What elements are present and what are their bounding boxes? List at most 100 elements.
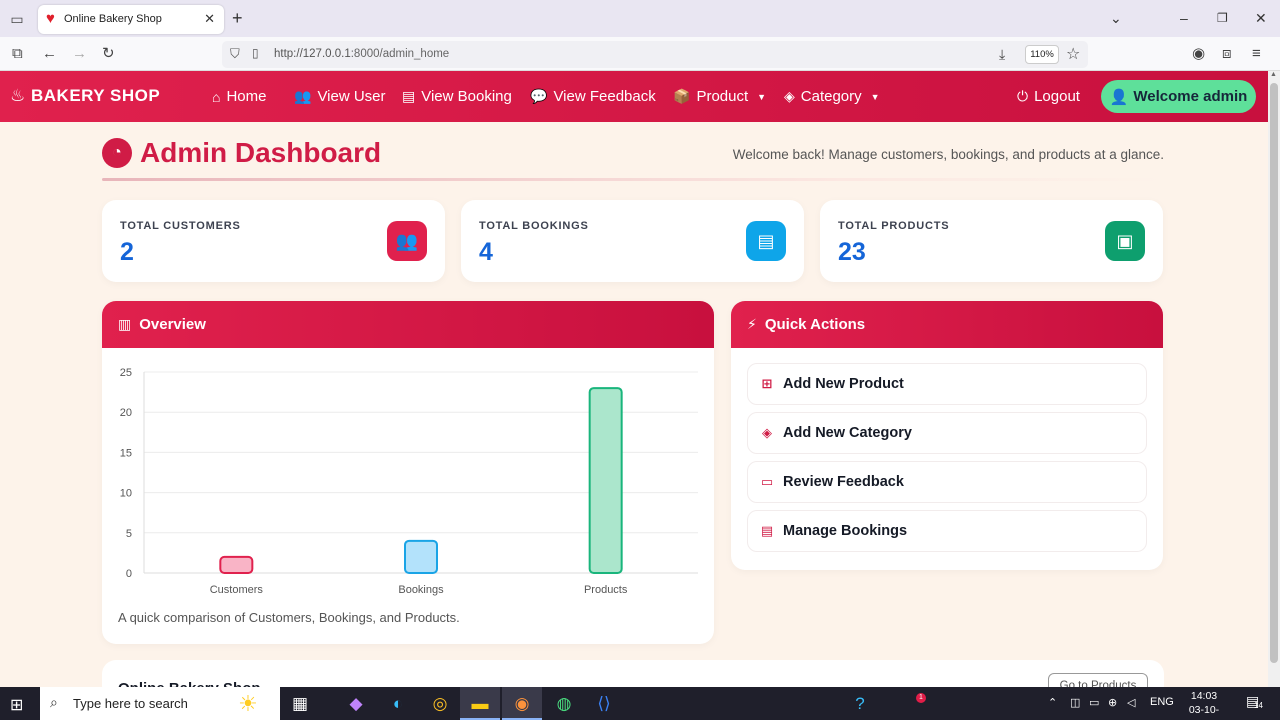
y-tick-label: 5 xyxy=(126,528,132,540)
page-info-icon[interactable]: ▯ xyxy=(252,46,259,60)
browser-tab[interactable]: ♥ Online Bakery Shop ✕ xyxy=(38,5,224,34)
heart-favicon-icon: ♥ xyxy=(46,10,55,27)
nav-home[interactable]: ⌂ Home xyxy=(212,88,266,105)
stat-card-products: TOTAL PRODUCTS 23 ▣ xyxy=(820,200,1163,282)
shield-icon[interactable]: ⛉ xyxy=(230,46,240,62)
stat-label: TOTAL BOOKINGS xyxy=(479,220,589,232)
bookmark-star-icon[interactable]: ☆ xyxy=(1066,44,1080,64)
restore-icon[interactable]: ❐ xyxy=(1217,9,1228,27)
receipt-icon: ▤ xyxy=(746,221,786,261)
bar-products xyxy=(588,387,623,574)
network-icon[interactable]: ⊕ xyxy=(1108,696,1117,709)
url-text[interactable]: http://127.0.0.1:8000/admin_home xyxy=(274,48,449,60)
welcome-admin-badge[interactable]: 👤 Welcome admin xyxy=(1101,80,1256,113)
notification-icon[interactable]: ▤ 14 xyxy=(1246,693,1263,710)
tray-chevron-icon[interactable]: ⌃ xyxy=(1048,696,1057,709)
manage-bookings-button[interactable]: ▤ Manage Bookings xyxy=(747,510,1147,552)
system-clock[interactable]: 14:03 03-10-2025 xyxy=(1180,689,1228,720)
firefox-icon[interactable]: ◉ xyxy=(502,687,542,720)
search-placeholder: Type here to search xyxy=(73,696,188,711)
plus-square-icon: ⊞ xyxy=(761,376,773,391)
page-title: ◔ Admin Dashboard xyxy=(102,137,381,169)
account-icon[interactable]: ◉ xyxy=(1192,45,1205,63)
scrollbar-thumb[interactable] xyxy=(1270,83,1278,663)
nav-category-dropdown[interactable]: ◈ Category ▼ xyxy=(784,88,880,105)
site-navbar: ♨ BAKERY SHOP ⌂ Home 👥 View User ▤ View Boo… xyxy=(0,71,1268,122)
language-indicator[interactable]: ENG xyxy=(1150,696,1174,708)
caret-down-icon: ▼ xyxy=(870,91,880,102)
receipt-icon: ▤ xyxy=(402,88,416,104)
camera-icon[interactable]: ◫ xyxy=(1070,696,1080,709)
title-divider xyxy=(102,178,1164,181)
browser-tab-bar: ▭ ♥ Online Bakery Shop ✕ + ⌄ – ❐ ✕ xyxy=(0,0,1280,37)
volume-icon[interactable]: ◁ xyxy=(1127,696,1135,709)
close-tab-icon[interactable]: ✕ xyxy=(204,11,215,27)
layers-icon: ◈ xyxy=(784,88,795,104)
address-bar[interactable]: ⛉ ▯ http://127.0.0.1:8000/admin_home ⤓ 1… xyxy=(222,41,1088,68)
zoom-level[interactable]: 110% xyxy=(1025,45,1059,64)
bolt-icon: ⚡ xyxy=(747,316,757,332)
page-scrollbar[interactable]: ▲ xyxy=(1268,71,1280,687)
x-tick-label: Customers xyxy=(210,584,264,596)
add-new-category-button[interactable]: ◈ Add New Category xyxy=(747,412,1147,454)
add-new-product-button[interactable]: ⊞ Add New Product xyxy=(747,363,1147,405)
tab-dropdown-icon[interactable]: ⌄ xyxy=(1110,9,1122,27)
users-icon: 👥 xyxy=(387,221,427,261)
new-tab-icon[interactable]: + xyxy=(232,8,243,28)
download-icon[interactable]: ⤓ xyxy=(999,46,1005,63)
y-tick-label: 15 xyxy=(120,447,132,459)
tab-list-icon[interactable]: ▭ xyxy=(8,10,26,28)
stat-label: TOTAL CUSTOMERS xyxy=(120,220,241,232)
bar-customers xyxy=(219,555,254,574)
y-tick-label: 25 xyxy=(120,367,132,379)
help-icon[interactable]: ? xyxy=(840,687,880,720)
battery-icon[interactable]: ▭ xyxy=(1089,696,1099,709)
taskbar-search[interactable]: ⌕ Type here to search ☀ xyxy=(40,687,280,720)
sidebar-icon[interactable]: ⧉ xyxy=(12,45,23,63)
stat-value: 23 xyxy=(838,238,866,266)
clipboard-icon: ▤ xyxy=(760,523,774,538)
comments-icon: 💬 xyxy=(530,88,548,104)
nav-logout[interactable]: ⏻ Logout xyxy=(1017,88,1080,105)
chrome-canary-icon[interactable]: ◎ xyxy=(420,687,460,720)
layers-icon: ◈ xyxy=(762,425,772,440)
edge-browser-icon[interactable]: ◐ xyxy=(378,687,418,720)
caret-down-icon: ▼ xyxy=(757,91,767,102)
nav-view-feedback[interactable]: 💬 View Feedback xyxy=(530,88,656,105)
y-tick-label: 10 xyxy=(120,488,132,500)
bar-bookings xyxy=(404,539,438,574)
address-toolbar: ⧉ ← → ↻ ⛉ ▯ http://127.0.0.1:8000/admin_… xyxy=(0,37,1280,71)
y-tick-label: 20 xyxy=(120,407,132,419)
scroll-up-icon[interactable]: ▲ xyxy=(1270,71,1277,78)
user-gear-icon: 👤 xyxy=(1109,88,1129,106)
minimize-icon[interactable]: – xyxy=(1180,9,1188,27)
chrome-icon[interactable]: ◍ xyxy=(544,687,584,720)
x-tick-label: Products xyxy=(584,584,628,596)
brand-logo[interactable]: ♨ BAKERY SHOP xyxy=(10,86,160,106)
vscode-icon[interactable]: ⟨⟩ xyxy=(584,687,624,720)
nav-view-user[interactable]: 👥 View User xyxy=(294,88,386,105)
back-icon[interactable]: ← xyxy=(42,45,57,63)
review-feedback-button[interactable]: ▭ Review Feedback xyxy=(747,461,1147,503)
menu-icon[interactable]: ≡ xyxy=(1252,45,1261,63)
overview-card: ▥ Overview 0 5 10 15 20 25 Customers Bookings Pr… xyxy=(102,301,714,644)
close-window-icon[interactable]: ✕ xyxy=(1255,9,1267,27)
nav-view-booking[interactable]: ▤ View Booking xyxy=(402,88,512,105)
forward-icon[interactable]: → xyxy=(72,45,87,63)
comment-icon: ▭ xyxy=(760,474,774,489)
extensions-icon[interactable]: ⧈ xyxy=(1222,45,1232,63)
weather-sun-icon[interactable]: ☀ xyxy=(230,687,266,720)
stat-value: 4 xyxy=(479,238,493,266)
windows-start-icon[interactable]: ⊞ xyxy=(10,695,23,715)
alert-badge[interactable]: 1 xyxy=(916,693,926,703)
stat-value: 2 xyxy=(120,238,134,266)
bar-chart-icon: ▥ xyxy=(118,316,132,332)
file-explorer-icon[interactable]: ▬ xyxy=(460,687,500,720)
reload-icon[interactable]: ↻ xyxy=(102,45,115,63)
nav-product-dropdown[interactable]: 📦 Product ▼ xyxy=(673,88,766,105)
home-icon: ⌂ xyxy=(212,88,221,105)
box-open-icon: ▣ xyxy=(1105,221,1145,261)
copilot-icon[interactable]: ◆ xyxy=(336,687,376,720)
x-tick-label: Bookings xyxy=(398,584,444,596)
task-view-icon[interactable]: ▦ xyxy=(280,687,320,720)
